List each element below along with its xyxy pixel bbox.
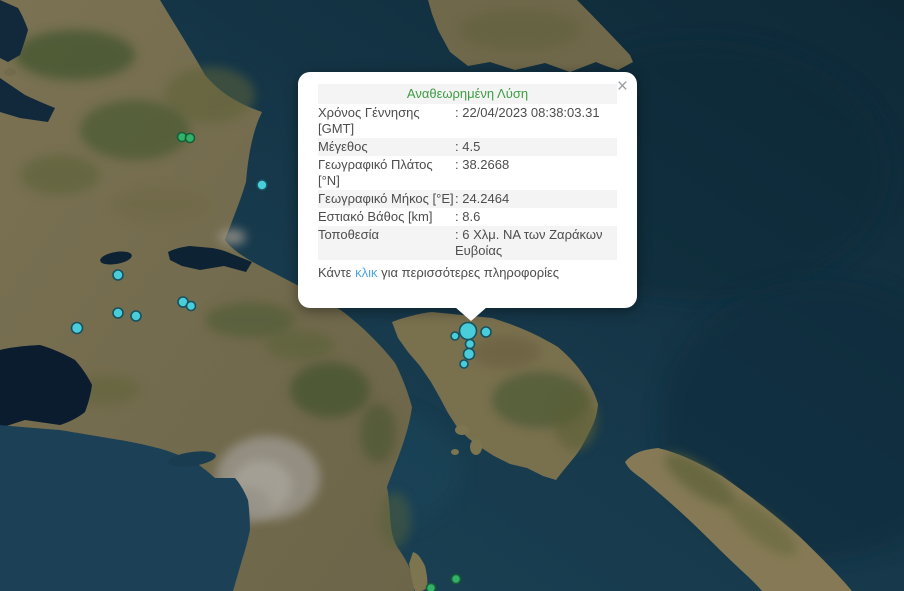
earthquake-marker[interactable] bbox=[480, 326, 492, 338]
earthquake-marker[interactable] bbox=[450, 331, 460, 341]
earthquake-marker[interactable] bbox=[70, 321, 84, 335]
earthquake-marker[interactable] bbox=[450, 573, 462, 585]
popup-tail bbox=[455, 307, 487, 321]
row-origin-time: Χρόνος Γέννησης [GMT] : 22/04/2023 08:38… bbox=[318, 104, 617, 138]
location-value: : 6 Χλμ. ΝΑ των Ζαράκων Ευβοίας bbox=[455, 227, 603, 258]
latitude-value: : 38.2668 bbox=[455, 157, 510, 172]
depth-label: Εστιακό Βάθος [km] bbox=[318, 209, 433, 224]
popup-footer: Κάντε κλικ για περισσότερες πληροφορίες bbox=[318, 260, 617, 281]
earthquake-marker[interactable] bbox=[464, 338, 476, 350]
magnitude-value: : 4.5 bbox=[455, 139, 481, 154]
earthquake-marker[interactable] bbox=[185, 300, 197, 312]
earthquake-marker[interactable] bbox=[256, 179, 268, 191]
more-info-link[interactable]: κλικ bbox=[355, 265, 377, 280]
row-magnitude: Μέγεθος : 4.5 bbox=[318, 138, 617, 156]
close-icon[interactable]: × bbox=[617, 77, 628, 96]
origin-time-label: Χρόνος Γέννησης [GMT] bbox=[318, 105, 420, 136]
earthquake-marker[interactable] bbox=[458, 321, 478, 341]
earthquake-marker[interactable] bbox=[462, 347, 476, 361]
earthquake-marker[interactable] bbox=[184, 132, 196, 144]
earthquake-marker[interactable] bbox=[112, 307, 124, 319]
origin-time-value: : 22/04/2023 08:38:03.31 bbox=[455, 105, 600, 120]
row-latitude: Γεωγραφικό Πλάτος [°N] : 38.2668 bbox=[318, 156, 617, 190]
row-longitude: Γεωγραφικό Μήκος [°E] : 24.2464 bbox=[318, 190, 617, 208]
popup-revised-solution: × Αναθεωρημένη Λύση Χρόνος Γέννησης [GMT… bbox=[298, 72, 637, 321]
earthquake-marker[interactable] bbox=[130, 310, 142, 322]
popup-title: Αναθεωρημένη Λύση bbox=[318, 84, 617, 104]
longitude-label: Γεωγραφικό Μήκος [°E] bbox=[318, 191, 454, 206]
location-label: Τοποθεσία bbox=[318, 227, 380, 242]
earthquake-marker[interactable] bbox=[459, 359, 469, 369]
latitude-label: Γεωγραφικό Πλάτος [°N] bbox=[318, 157, 433, 188]
depth-value: : 8.6 bbox=[455, 209, 481, 224]
earthquake-marker[interactable] bbox=[112, 269, 124, 281]
magnitude-label: Μέγεθος bbox=[318, 139, 368, 154]
footer-suffix: για περισσότερες πληροφορίες bbox=[377, 265, 560, 280]
row-depth: Εστιακό Βάθος [km] : 8.6 bbox=[318, 208, 617, 226]
earthquake-marker[interactable] bbox=[425, 582, 437, 591]
footer-prefix: Κάντε bbox=[318, 265, 356, 280]
longitude-value: : 24.2464 bbox=[455, 191, 510, 206]
row-location: Τοποθεσία : 6 Χλμ. ΝΑ των Ζαράκων Ευβοία… bbox=[318, 226, 617, 260]
